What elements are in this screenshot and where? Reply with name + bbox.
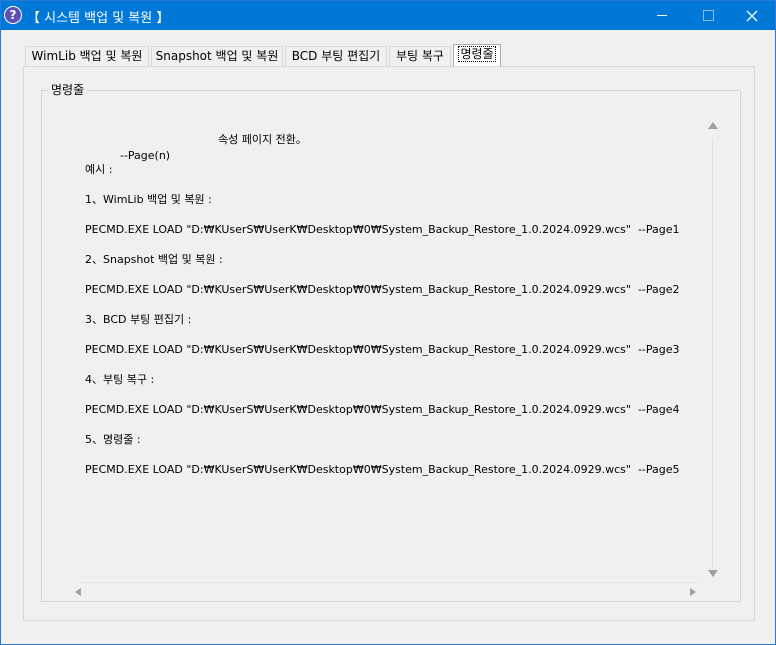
close-icon	[746, 10, 758, 21]
main-window: ? 【 시스템 백업 및 복원 】 WimLib 백업 및 복원 Snapsho…	[0, 0, 776, 645]
tab-snapshot-backup-restore[interactable]: Snapshot 백업 및 복원	[151, 46, 283, 66]
line-description: 속성 페이지 전환。	[218, 133, 307, 146]
text-line: PECMD.EXE LOAD "D:₩KUserS₩UserK₩Desktop₩…	[85, 463, 680, 476]
scroll-up-arrow-icon[interactable]	[708, 122, 718, 129]
minimize-icon	[657, 15, 667, 16]
scroll-left-arrow-icon[interactable]	[75, 588, 81, 596]
text-line: PECMD.EXE LOAD "D:₩KUserS₩UserK₩Desktop₩…	[85, 283, 680, 296]
tab-wimlib-backup-restore[interactable]: WimLib 백업 및 복원	[25, 46, 149, 66]
text-line: PECMD.EXE LOAD "D:₩KUserS₩UserK₩Desktop₩…	[85, 403, 680, 416]
title-bar[interactable]: ? 【 시스템 백업 및 복원 】	[1, 1, 775, 30]
window-title: 【 시스템 백업 및 복원 】	[27, 11, 170, 26]
text-line: PECMD.EXE LOAD "D:₩KUserS₩UserK₩Desktop₩…	[85, 343, 680, 356]
text-line: 예시 :	[85, 163, 113, 176]
command-line-group: 명령줄 --Page(n) 속성 페이지 전환。 예시 : 1、WimLib 백…	[41, 82, 741, 602]
text-line: 5、명령줄 :	[85, 433, 141, 446]
horizontal-scrollbar[interactable]	[70, 582, 704, 599]
maximize-icon	[702, 10, 714, 21]
vertical-scrollbar[interactable]	[704, 118, 721, 588]
text-line: 1、WimLib 백업 및 복원 :	[85, 193, 212, 206]
tab-panel-command-line: 명령줄 --Page(n) 속성 페이지 전환。 예시 : 1、WimLib 백…	[23, 66, 755, 621]
tab-label: 명령줄	[458, 46, 496, 62]
scroll-right-arrow-icon[interactable]	[690, 588, 696, 596]
tab-label: BCD 부팅 편집기	[291, 49, 381, 63]
tab-bcd-boot-editor[interactable]: BCD 부팅 편집기	[285, 46, 387, 66]
help-question-icon: ?	[4, 6, 22, 24]
close-button[interactable]	[729, 1, 775, 30]
tab-label: 부팅 복구	[396, 49, 444, 63]
command-line-text-area[interactable]: --Page(n) 속성 페이지 전환。 예시 : 1、WimLib 백업 및 …	[70, 118, 730, 600]
horizontal-scroll-track[interactable]	[80, 582, 698, 583]
text-line: PECMD.EXE LOAD "D:₩KUserS₩UserK₩Desktop₩…	[85, 223, 680, 236]
tab-label: Snapshot 백업 및 복원	[155, 49, 279, 63]
text-line: 4、부팅 복구 :	[85, 373, 155, 386]
scroll-down-arrow-icon[interactable]	[708, 570, 718, 577]
maximize-button[interactable]	[685, 1, 731, 30]
vertical-scroll-track[interactable]	[712, 138, 713, 568]
tab-command-line[interactable]: 명령줄	[453, 44, 501, 66]
text-line: 2、Snapshot 백업 및 복원 :	[85, 253, 223, 266]
group-label: 명령줄	[48, 82, 88, 98]
tab-label: WimLib 백업 및 복원	[31, 49, 143, 63]
tab-boot-repair[interactable]: 부팅 복구	[389, 46, 451, 66]
minimize-button[interactable]	[639, 1, 685, 30]
line-text: --Page(n)	[119, 149, 171, 162]
text-line: 3、BCD 부팅 편집기 :	[85, 313, 192, 326]
text-line: --Page(n) 속성 페이지 전환。	[85, 132, 307, 162]
